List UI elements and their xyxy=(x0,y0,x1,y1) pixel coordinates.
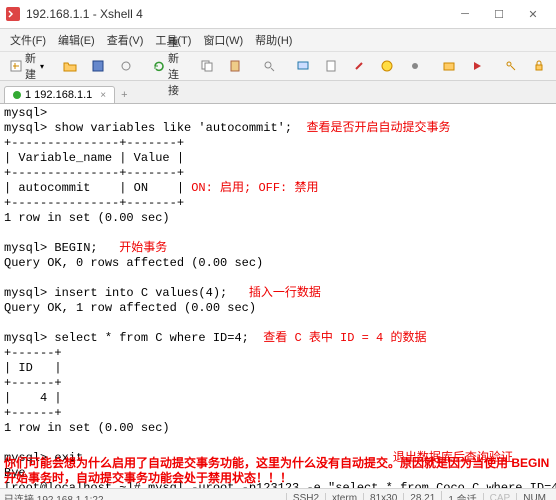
wrench-icon xyxy=(118,58,134,74)
new-label: 新建 xyxy=(25,50,38,82)
line: +------+ xyxy=(4,346,62,360)
menu-help[interactable]: 帮助(H) xyxy=(249,32,298,48)
reconnect-label: 重新连接 xyxy=(168,34,181,98)
line: 1 row in set (0.00 sec) xyxy=(4,211,170,225)
status-term: xterm xyxy=(325,493,363,500)
terminal[interactable]: mysql> mysql> show variables like 'autoc… xyxy=(0,104,556,488)
folder2-icon xyxy=(441,58,457,74)
copy-icon xyxy=(199,58,215,74)
new-button[interactable]: 新建 ▾ xyxy=(4,47,49,85)
line: | 4 | xyxy=(4,391,62,405)
tool9-button[interactable] xyxy=(526,55,552,77)
toolbar: 新建 ▾ 重新连接 ? xyxy=(0,52,556,81)
tab-label: 1 192.168.1.1 xyxy=(25,89,92,101)
menubar: 文件(F) 编辑(E) 查看(V) 工具(T) 窗口(W) 帮助(H) xyxy=(0,29,556,52)
titlebar: 192.168.1.1 - Xshell 4 ─ ☐ ✕ xyxy=(0,0,556,29)
tab-close-icon[interactable]: × xyxy=(100,90,106,101)
line: | ID | xyxy=(4,361,62,375)
props-button[interactable] xyxy=(113,55,139,77)
menu-view[interactable]: 查看(V) xyxy=(101,32,150,48)
line: mysql> xyxy=(4,106,47,120)
tool4-button[interactable] xyxy=(374,55,400,77)
tool5-button[interactable] xyxy=(402,55,428,77)
disk-icon xyxy=(90,58,106,74)
status-ssh: SSH2 xyxy=(286,493,325,500)
reconnect-button[interactable]: 重新连接 xyxy=(147,31,186,101)
line: | Variable_name | Value | xyxy=(4,151,184,165)
find-button[interactable] xyxy=(256,55,282,77)
annotation: 查看是否开启自动提交事务 xyxy=(306,121,450,135)
tool6-button[interactable] xyxy=(436,55,462,77)
status-connection: 已连接 192.168.1.1:22。 xyxy=(4,491,114,500)
line: +---------------+-------+ xyxy=(4,196,184,210)
minimize-button[interactable]: ─ xyxy=(448,4,482,24)
menu-window[interactable]: 窗口(W) xyxy=(197,32,249,48)
new-icon xyxy=(9,58,23,74)
line: +---------------+-------+ xyxy=(4,136,184,150)
line: +---------------+-------+ xyxy=(4,166,184,180)
status-size: 81x30 xyxy=(363,493,403,500)
save-button[interactable] xyxy=(85,55,111,77)
tabbar: 1 192.168.1.1 × + xyxy=(0,81,556,104)
refresh-icon xyxy=(152,58,166,74)
play-icon xyxy=(469,58,485,74)
tool2-button[interactable] xyxy=(318,55,344,77)
doc-icon xyxy=(323,58,339,74)
menu-file[interactable]: 文件(F) xyxy=(4,32,52,48)
paste-icon xyxy=(227,58,243,74)
annotation: 查看 C 表中 ID = 4 的数据 xyxy=(263,331,426,345)
line: mysql> select * from C where ID=4; xyxy=(4,331,249,345)
line: | autocommit | ON | xyxy=(4,181,184,195)
statusbar: 已连接 192.168.1.1:22。 SSH2 xterm 81x30 28,… xyxy=(0,488,556,500)
status-sessions: 1 会话 xyxy=(441,491,482,500)
paste-button[interactable] xyxy=(222,55,248,77)
line: mysql> BEGIN; xyxy=(4,241,98,255)
status-cap: CAP xyxy=(483,493,517,500)
window-title: 192.168.1.1 - Xshell 4 xyxy=(26,7,448,21)
footnote: 你们可能会想为什么启用了自动提交事务功能，这里为什么没有自动提交。原因就是因为当… xyxy=(4,456,552,486)
tool3-button[interactable] xyxy=(346,55,372,77)
maximize-button[interactable]: ☐ xyxy=(482,4,516,24)
line: +------+ xyxy=(4,406,62,420)
status-dot-icon xyxy=(13,91,21,99)
close-button[interactable]: ✕ xyxy=(516,4,550,24)
status-num: NUM xyxy=(516,493,552,500)
key-icon xyxy=(503,58,519,74)
line: Query OK, 1 row affected (0.00 sec) xyxy=(4,301,256,315)
search-icon xyxy=(261,58,277,74)
window-controls: ─ ☐ ✕ xyxy=(448,4,550,24)
annotation: 开始事务 xyxy=(119,241,167,255)
tab-add-button[interactable]: + xyxy=(115,87,133,103)
menu-edit[interactable]: 编辑(E) xyxy=(52,32,101,48)
tool8-button[interactable] xyxy=(498,55,524,77)
link-icon xyxy=(351,58,367,74)
line: +------+ xyxy=(4,376,62,390)
gear-icon xyxy=(407,58,423,74)
line: Query OK, 0 rows affected (0.00 sec) xyxy=(4,256,263,270)
line: mysql> show variables like 'autocommit'; xyxy=(4,121,292,135)
status-pos: 28,21 xyxy=(403,493,441,500)
face-icon xyxy=(379,58,395,74)
app-icon xyxy=(6,7,20,21)
lock-icon xyxy=(531,58,547,74)
screen-icon xyxy=(295,58,311,74)
folder-icon xyxy=(62,58,78,74)
line: 1 row in set (0.00 sec) xyxy=(4,421,170,435)
tool1-button[interactable] xyxy=(290,55,316,77)
copy-button[interactable] xyxy=(194,55,220,77)
open-button[interactable] xyxy=(57,55,83,77)
annotation: 插入一行数据 xyxy=(249,286,321,300)
line: mysql> insert into C values(4); xyxy=(4,286,227,300)
dropdown-icon: ▾ xyxy=(40,62,44,71)
session-tab[interactable]: 1 192.168.1.1 × xyxy=(4,86,115,103)
tool7-button[interactable] xyxy=(464,55,490,77)
annotation: ON: 启用; OFF: 禁用 xyxy=(191,181,318,195)
